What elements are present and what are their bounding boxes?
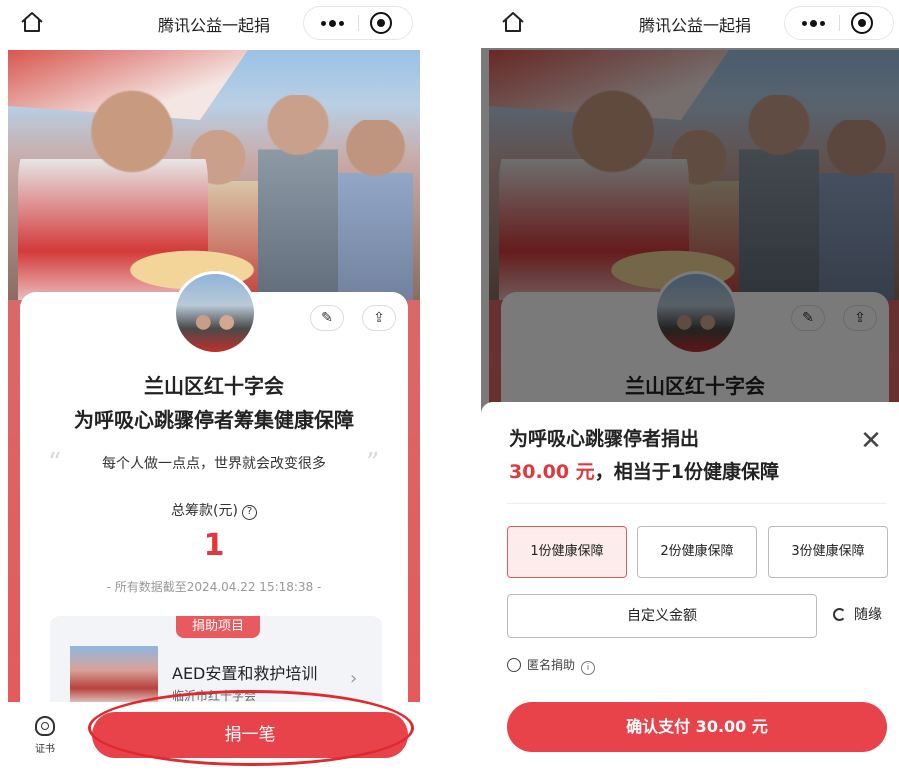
- target-close-icon[interactable]: [851, 12, 873, 34]
- capsule-divider: [839, 15, 840, 31]
- more-icon-dot: [339, 21, 344, 26]
- photo-person: [338, 120, 413, 300]
- anonymous-toggle[interactable]: 匿名捐助 i: [507, 656, 596, 675]
- certificate-label: 证书: [35, 744, 55, 755]
- more-icon: [802, 21, 807, 26]
- more-icon: [321, 21, 326, 26]
- donation-bottom-sheet: 为呼吸心跳骤停者捐出 30.00 元，相当于1份健康保障 ✕ 1份健康保障 2份…: [481, 402, 899, 771]
- project-name: AED安置和救护培训: [172, 664, 318, 683]
- sheet-title: 为呼吸心跳骤停者捐出: [509, 428, 700, 450]
- edit-icon: ✎: [321, 310, 333, 326]
- random-amount-label: 随缘: [854, 607, 882, 623]
- capsule-divider: [358, 15, 359, 31]
- close-quote-icon: ”: [366, 448, 380, 478]
- capsule-menu: [303, 6, 413, 40]
- capsule-menu: [784, 6, 894, 40]
- edit-button[interactable]: ✎: [310, 305, 344, 331]
- divider: [507, 503, 887, 504]
- chevron-right-icon: ›: [350, 668, 358, 689]
- more-icon-dot: [329, 20, 336, 27]
- share-icon: ⇪: [373, 310, 385, 326]
- certificate-icon: [35, 716, 55, 736]
- amount-option-3[interactable]: 3份健康保障: [768, 526, 888, 578]
- refresh-icon: [833, 608, 846, 621]
- mini-program-navbar: 腾讯公益一起捐: [481, 0, 899, 48]
- anonymous-label: 匿名捐助: [527, 658, 576, 672]
- mini-program-navbar: 腾讯公益一起捐: [0, 0, 428, 48]
- campaign-cover-photo: [8, 50, 420, 300]
- close-icon[interactable]: ✕: [857, 428, 885, 456]
- donation-amount-suffix: ，相当于1份健康保障: [594, 461, 779, 483]
- campaign-title: 为呼吸心跳骤停者筹集健康保障: [74, 408, 354, 432]
- more-icon-dot: [810, 20, 817, 27]
- org-name: 兰山区红十字会: [144, 374, 284, 398]
- amount-option-1[interactable]: 1份健康保障: [507, 526, 627, 578]
- certificate-button[interactable]: 证书: [28, 716, 62, 760]
- radio-icon: [507, 658, 521, 672]
- total-raised-value: 1: [203, 528, 225, 563]
- share-button[interactable]: ⇪: [362, 305, 396, 331]
- total-raised-label-text: 总筹款(元): [171, 503, 238, 519]
- more-icon-dot: [820, 21, 825, 26]
- total-raised-label: 总筹款(元)?: [20, 500, 408, 520]
- custom-amount-button[interactable]: 自定义金额: [507, 594, 817, 638]
- info-icon[interactable]: i: [581, 661, 596, 675]
- more-button[interactable]: [785, 7, 839, 39]
- confirm-pay-button[interactable]: 确认支付 30.00 元: [507, 702, 887, 752]
- target-close-icon[interactable]: [370, 12, 392, 34]
- donation-sheet-screen: 腾讯公益一起捐 ✎ ⇪ 兰山区红十字会 为呼吸心跳骤停者捐出 30.00 元，相…: [481, 0, 899, 771]
- random-amount-button[interactable]: 随缘: [833, 604, 882, 624]
- project-card[interactable]: 捐助项目 AED安置和救护培训 临沂市红十字会 ›: [50, 616, 382, 711]
- project-tag: 捐助项目: [176, 616, 260, 638]
- data-timestamp: - 所有数据截至2024.04.22 15:18:38 -: [106, 580, 322, 594]
- project-thumbnail: [70, 646, 158, 706]
- donation-page-screen: 腾讯公益一起捐 ✎ ⇪ 兰山区红十字会 为呼吸心跳骤停者筹集健康保障 “ 每个人…: [0, 0, 428, 771]
- donate-button[interactable]: 捐一笔: [92, 712, 408, 758]
- help-icon[interactable]: ?: [241, 505, 257, 520]
- bottom-action-bar: 证书 捐一笔: [0, 702, 428, 771]
- more-button[interactable]: [304, 7, 358, 39]
- donation-amount: 30.00 元: [509, 461, 595, 483]
- sheet-amount-line: 30.00 元，相当于1份健康保障: [509, 457, 779, 484]
- amount-option-2[interactable]: 2份健康保障: [637, 526, 757, 578]
- campaign-quote: 每个人做一点点，世界就会改变很多: [102, 456, 326, 472]
- avatar: [173, 271, 257, 355]
